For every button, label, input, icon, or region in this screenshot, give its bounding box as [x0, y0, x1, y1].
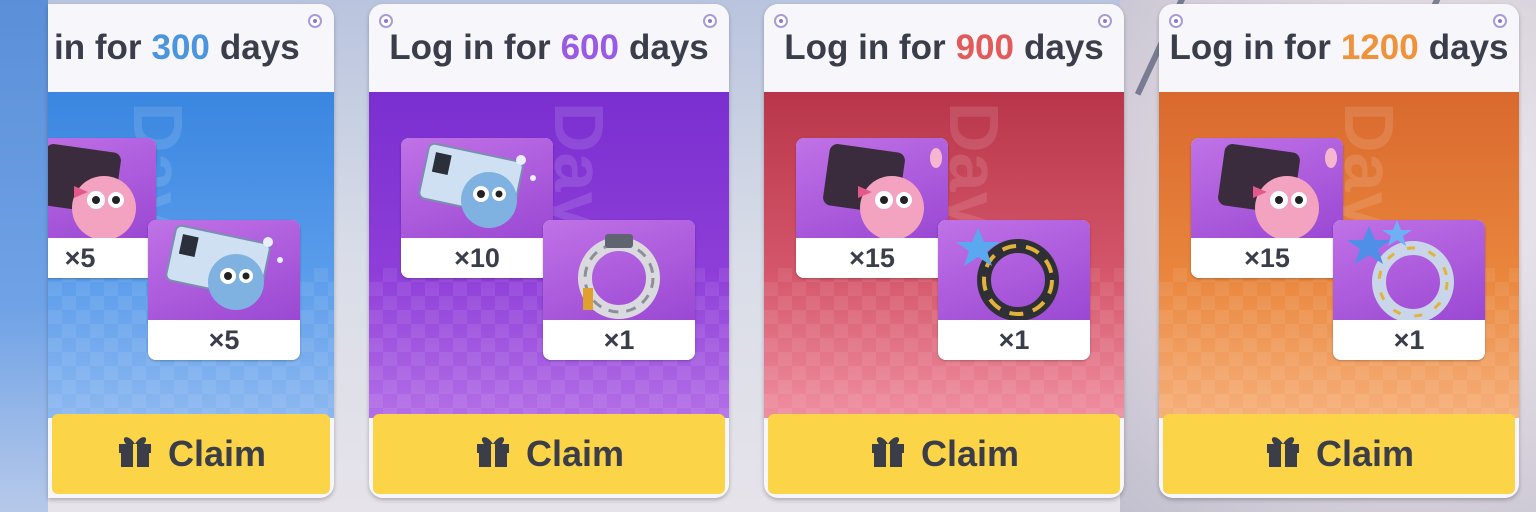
card-body: Day ×15 ×1 [764, 92, 1124, 418]
days-count: 900 [955, 28, 1014, 67]
pink-creature-ticket-icon [1191, 138, 1343, 240]
reward-item[interactable]: ×15 [1191, 138, 1343, 278]
blue-creature-ticket-icon [148, 220, 300, 320]
reward-item[interactable]: ×1 [543, 220, 695, 360]
card-title: Log in for 1200 days [1169, 28, 1509, 67]
claim-label: Claim [167, 433, 267, 474]
reward-item[interactable]: ×1 [938, 220, 1090, 360]
item-quantity: ×15 [796, 238, 948, 278]
pink-creature-ticket-icon [48, 138, 156, 240]
card-title: Log in for 900 days [784, 28, 1104, 67]
gift-icon [474, 431, 512, 478]
corner-dot-icon [308, 14, 322, 28]
days-count: 300 [151, 28, 210, 67]
reward-card-300: in for 300 days Day ×5 ×5 Claim [48, 4, 334, 498]
item-quantity: ×15 [1191, 238, 1343, 278]
card-body: Day ×10 ×1 [369, 92, 729, 418]
item-quantity: ×1 [938, 320, 1090, 360]
claim-label: Claim [920, 433, 1020, 474]
star-gold-ring-icon [938, 220, 1090, 321]
reward-card-1200: Log in for 1200 days Day ×15 ×1 Claim [1159, 4, 1519, 498]
corner-dot-icon [1493, 14, 1507, 28]
blue-creature-ticket-icon [401, 138, 553, 238]
corner-dot-icon [1098, 14, 1112, 28]
card-body: Day ×5 ×5 [48, 92, 334, 418]
item-quantity: ×5 [48, 238, 156, 278]
item-quantity: ×10 [401, 238, 553, 278]
days-count: 600 [560, 28, 619, 67]
card-title: in for 300 days [54, 28, 300, 67]
gift-icon [116, 431, 154, 478]
claim-button[interactable]: Claim [373, 414, 725, 494]
item-quantity: ×5 [148, 320, 300, 360]
reward-item[interactable]: ×5 [148, 220, 300, 360]
reward-item[interactable]: ×15 [796, 138, 948, 278]
gift-icon [869, 431, 907, 478]
corner-dot-icon [1169, 14, 1183, 28]
card-body: Day ×15 ×1 [1159, 92, 1519, 418]
item-quantity: ×1 [543, 320, 695, 360]
claim-button[interactable]: Claim [768, 414, 1120, 494]
reward-item[interactable]: ×5 [48, 138, 156, 278]
corner-dot-icon [379, 14, 393, 28]
item-quantity: ×1 [1333, 320, 1485, 360]
reward-item[interactable]: ×10 [401, 138, 553, 278]
gift-icon [1264, 431, 1302, 478]
star-crystal-ring-icon [1333, 220, 1485, 323]
card-title: Log in for 600 days [389, 28, 709, 67]
silver-ring-icon [543, 220, 695, 320]
claim-label: Claim [525, 433, 625, 474]
claim-button[interactable]: Claim [52, 414, 330, 494]
background-left [0, 0, 48, 512]
corner-dot-icon [774, 14, 788, 28]
corner-dot-icon [703, 14, 717, 28]
pink-creature-ticket-icon [796, 138, 948, 240]
reward-card-900: Log in for 900 days Day ×15 ×1 Claim [764, 4, 1124, 498]
reward-card-600: Log in for 600 days Day ×10 ×1 Claim [369, 4, 729, 498]
reward-item[interactable]: ×1 [1333, 220, 1485, 360]
claim-label: Claim [1315, 433, 1415, 474]
claim-button[interactable]: Claim [1163, 414, 1515, 494]
days-count: 1200 [1340, 28, 1419, 67]
